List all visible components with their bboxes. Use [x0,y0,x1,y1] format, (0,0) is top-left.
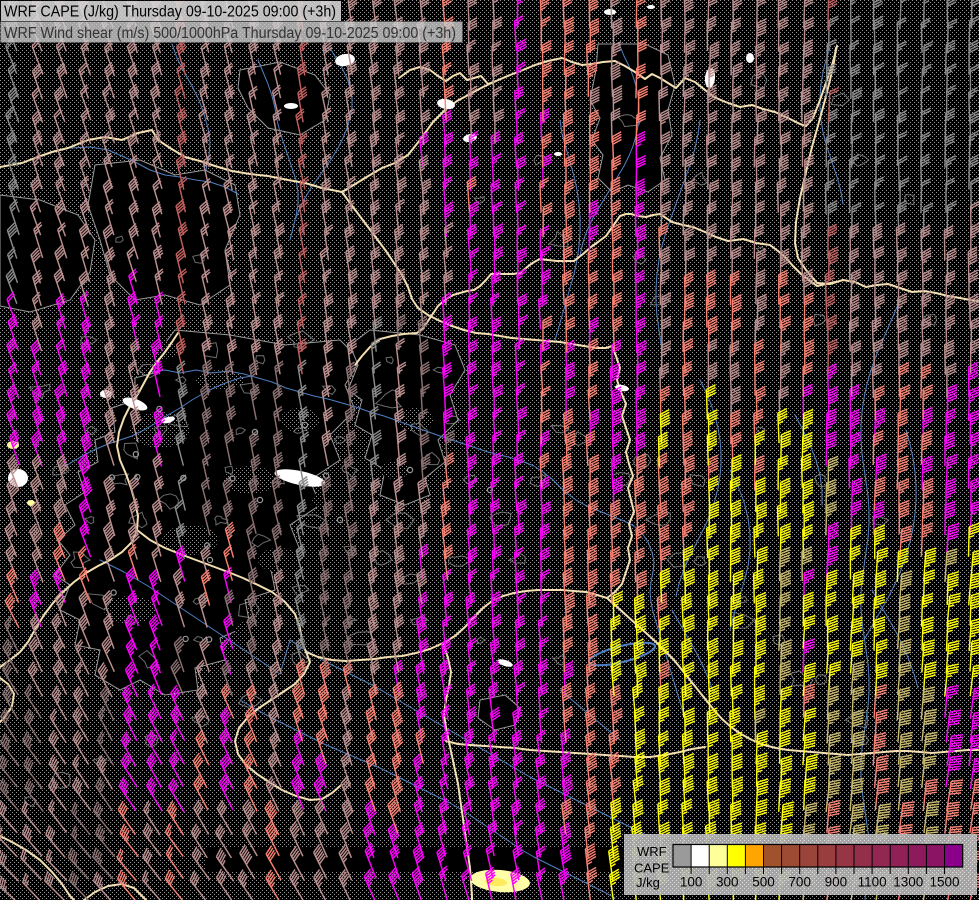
svg-text:700: 700 [788,875,811,890]
svg-text:900: 900 [825,875,848,890]
svg-text:J/kg: J/kg [636,875,660,890]
svg-text:WRF CAPE (J/kg) Thursday 09-10: WRF CAPE (J/kg) Thursday 09-10-2025 09:0… [4,4,336,21]
svg-text:300: 300 [716,875,739,890]
svg-text:1300: 1300 [893,875,923,890]
svg-text:WRF: WRF [637,844,667,859]
svg-text:500: 500 [752,875,775,890]
svg-text:1500: 1500 [929,875,959,890]
svg-text:CAPE: CAPE [634,861,670,876]
svg-text:WRF Wind shear (m/s) 500/1000h: WRF Wind shear (m/s) 500/1000hPa Thursda… [4,25,456,42]
svg-text:1100: 1100 [858,875,887,890]
svg-text:100: 100 [680,875,703,890]
